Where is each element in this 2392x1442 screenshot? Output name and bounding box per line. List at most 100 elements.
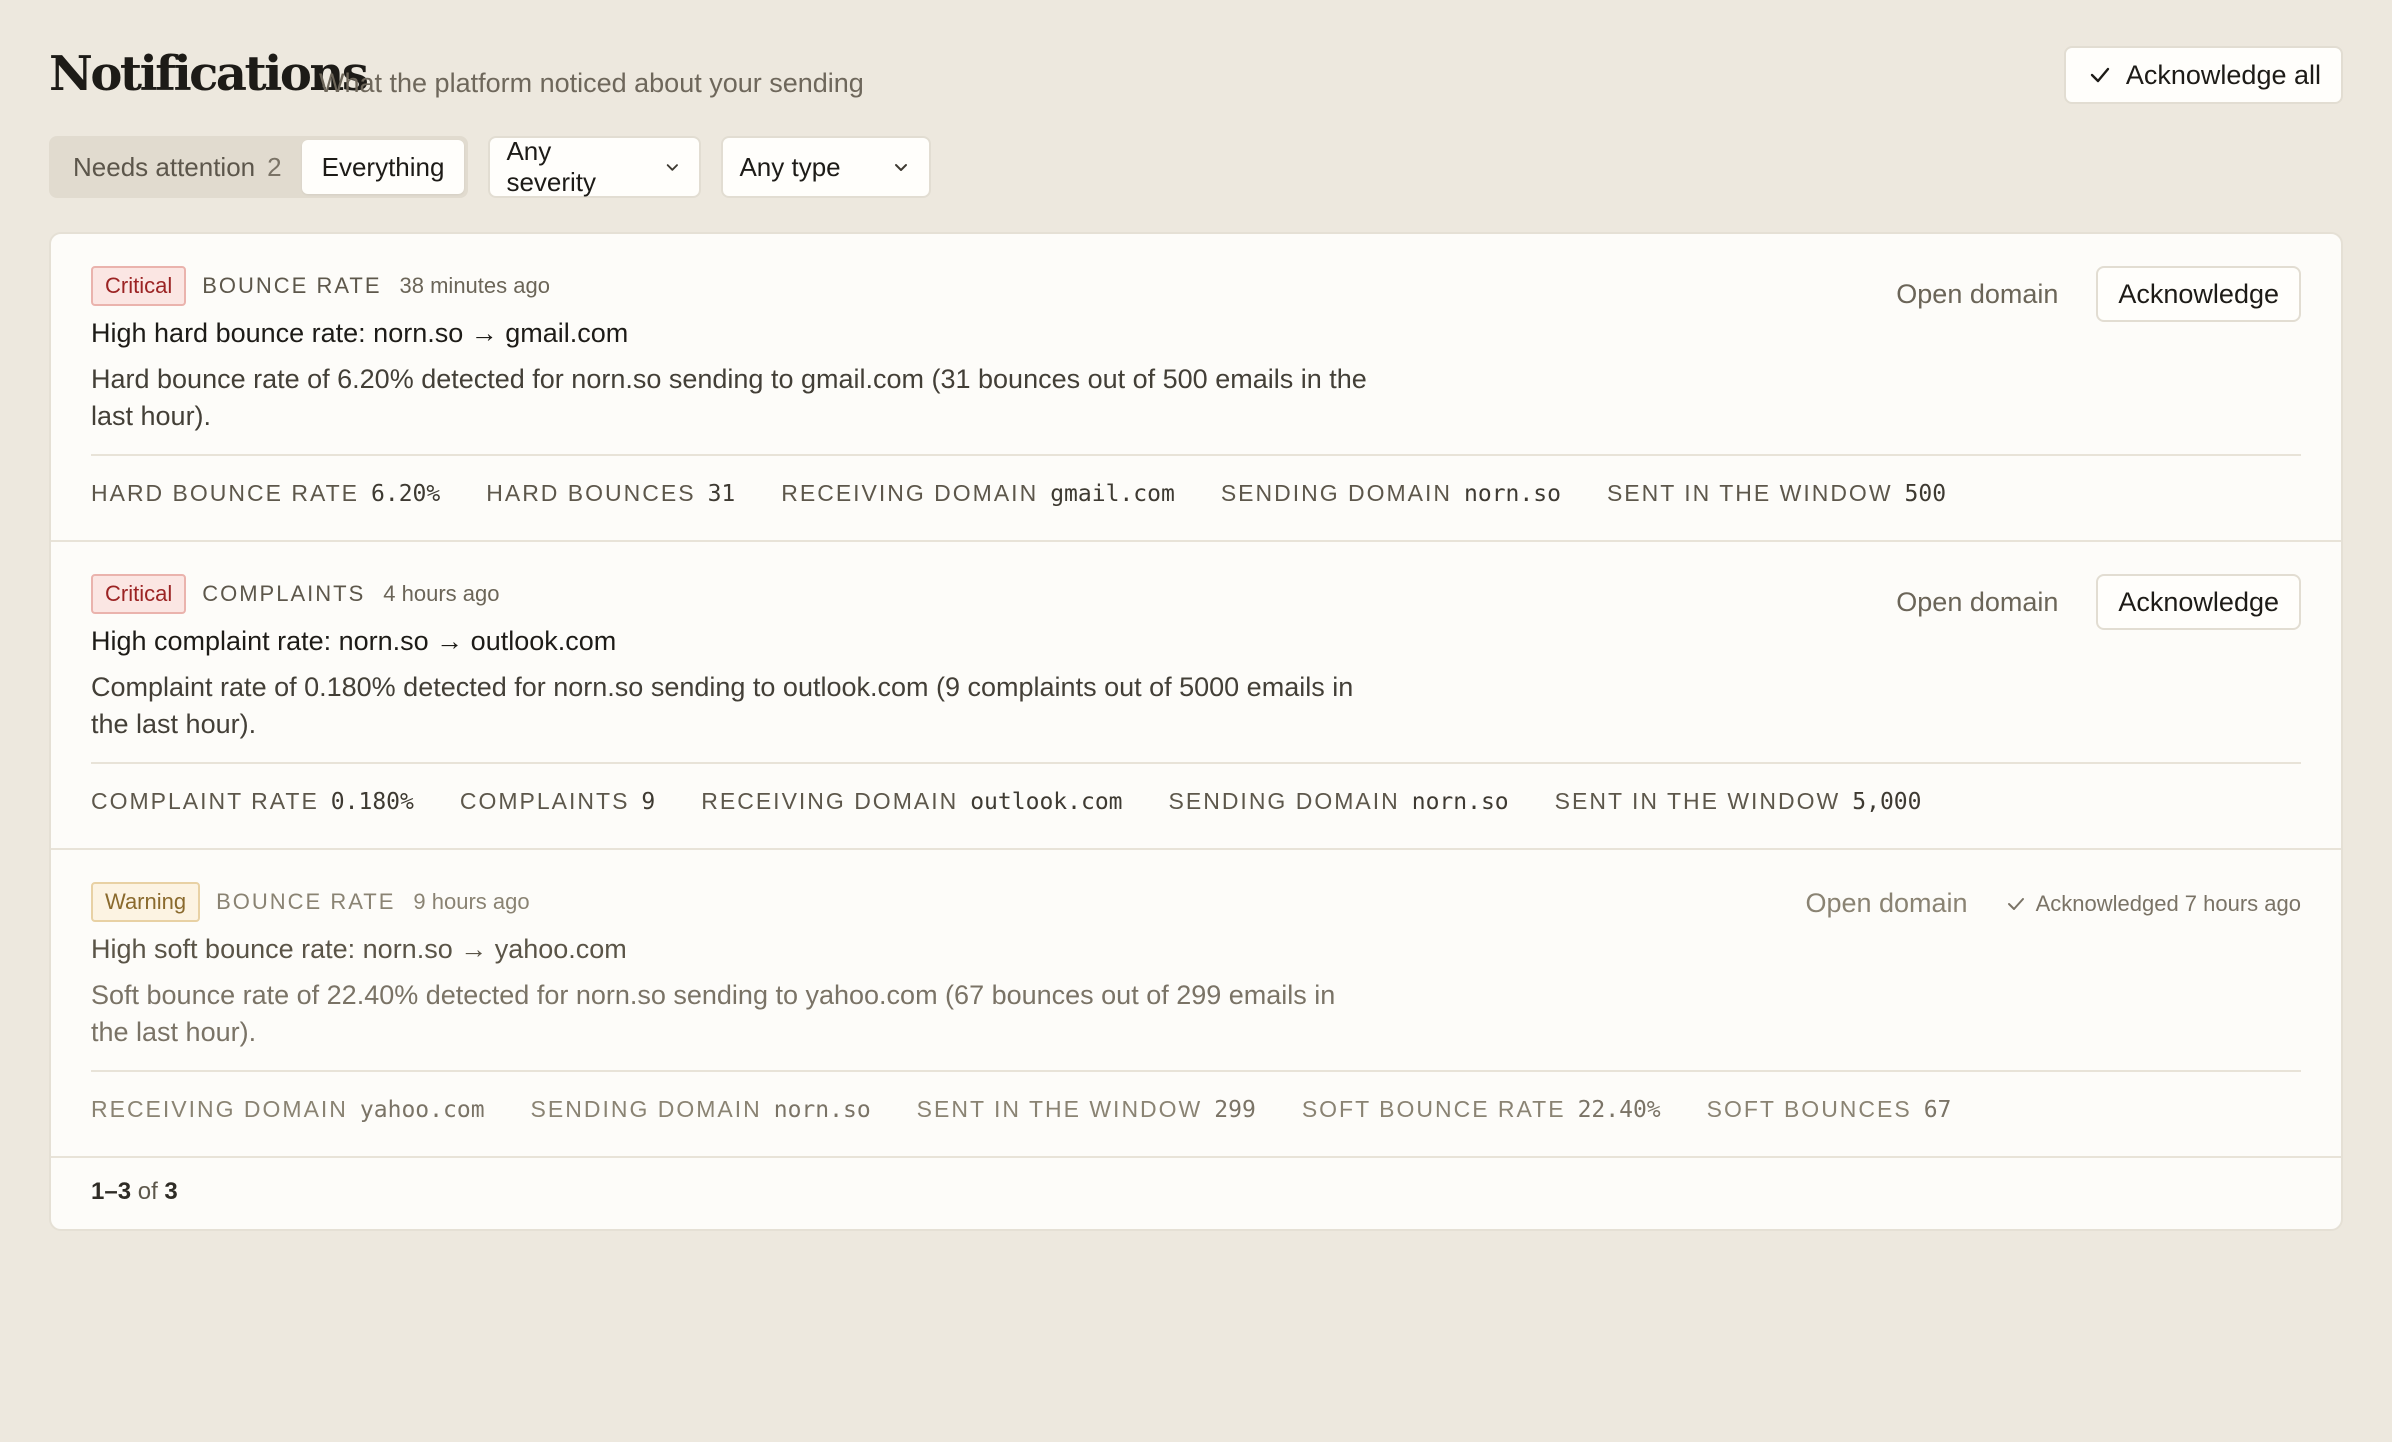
- divider: [91, 454, 2301, 456]
- notification-item: Warning BOUNCE RATE 9 hours ago High sof…: [51, 850, 2341, 1158]
- stat: RECEIVING DOMAIN gmail.com: [781, 480, 1175, 507]
- tab-needs-attention[interactable]: Needs attention 2: [53, 140, 302, 194]
- stat-label: RECEIVING DOMAIN: [91, 1096, 348, 1122]
- stat: RECEIVING DOMAIN yahoo.com: [91, 1096, 485, 1123]
- stat-value: 6.20%: [371, 481, 441, 507]
- notification-item: Critical COMPLAINTS 4 hours ago High com…: [51, 542, 2341, 850]
- notification-description: Complaint rate of 0.180% detected for no…: [91, 672, 1354, 739]
- type-select-value: Any type: [739, 151, 841, 182]
- stat-label: HARD BOUNCES: [486, 480, 696, 506]
- stat-value: 299: [1214, 1097, 1256, 1123]
- page-subtitle: What the platform noticed about your sen…: [319, 68, 864, 98]
- stat: SENDING DOMAIN norn.so: [1169, 788, 1509, 815]
- pagination-range: 1–3: [91, 1178, 132, 1205]
- stat-value: norn.so: [1464, 481, 1561, 507]
- stat-value: 0.180%: [330, 789, 414, 815]
- acknowledge-all-button[interactable]: Acknowledge all: [2063, 46, 2343, 104]
- pagination-total: 3: [164, 1178, 178, 1205]
- acknowledge-button[interactable]: Acknowledge: [2096, 266, 2301, 322]
- open-domain-link[interactable]: Open domain: [1805, 888, 1967, 919]
- stat-label: SENT IN THE WINDOW: [916, 1096, 1203, 1122]
- open-domain-link[interactable]: Open domain: [1896, 587, 2058, 618]
- stat-label: SENT IN THE WINDOW: [1606, 480, 1893, 506]
- notification-description: Hard bounce rate of 6.20% detected for n…: [91, 364, 1367, 431]
- severity-select[interactable]: Any severity: [488, 136, 702, 198]
- stat: RECEIVING DOMAIN outlook.com: [701, 788, 1122, 815]
- stat: HARD BOUNCE RATE 6.20%: [91, 480, 440, 507]
- check-icon: [2090, 67, 2110, 83]
- tab-needs-attention-label: Needs attention: [73, 151, 256, 182]
- notification-stats: COMPLAINT RATE 0.180% COMPLAINTS 9 RECEIVI…: [91, 788, 1922, 815]
- stat-label: RECEIVING DOMAIN: [701, 788, 959, 814]
- pagination-of: of: [137, 1178, 158, 1205]
- stat-value: 5,000: [1852, 789, 1922, 815]
- stat-label: HARD BOUNCE RATE: [91, 480, 359, 506]
- severity-badge: Critical: [91, 266, 187, 306]
- notification-type: BOUNCE RATE: [216, 889, 396, 914]
- stat-value: 9: [641, 789, 656, 815]
- notification-stats: HARD BOUNCE RATE 6.20% HARD BOUNCES 31 REC…: [91, 480, 1946, 507]
- severity-badge: Critical: [91, 574, 187, 614]
- stat-value: 31: [707, 481, 736, 507]
- stat-label: SENDING DOMAIN: [530, 1096, 762, 1122]
- stat: HARD BOUNCES 31: [486, 480, 735, 507]
- notification-stats: RECEIVING DOMAIN yahoo.com SENDING DOMAIN…: [91, 1096, 1951, 1123]
- notification-time: 38 minutes ago: [399, 273, 550, 298]
- chevron-down-icon: [895, 164, 908, 171]
- notification-item: Critical BOUNCE RATE 38 minutes ago High…: [51, 234, 2341, 542]
- stat-value: norn.so: [1411, 789, 1509, 815]
- stat: SOFT BOUNCE RATE 22.40%: [1302, 1096, 1661, 1123]
- acknowledged-label: Acknowledged 7 hours ago: [2035, 890, 2301, 916]
- type-select[interactable]: Any type: [721, 136, 932, 198]
- notification-title: High soft bounce rate: norn.so → yahoo.c…: [91, 934, 627, 964]
- stat-value: outlook.com: [970, 789, 1123, 815]
- notification-actions: Open domain Acknowledge: [1896, 574, 2301, 630]
- tab-everything[interactable]: Everything: [301, 140, 465, 194]
- notification-actions: Open domain Acknowledged 7 hours ago: [1805, 888, 2301, 919]
- stat: COMPLAINT RATE 0.180%: [91, 788, 414, 815]
- stat-label: RECEIVING DOMAIN: [781, 480, 1039, 506]
- stat-label: COMPLAINTS: [459, 788, 630, 814]
- stat-label: SENDING DOMAIN: [1220, 480, 1452, 506]
- acknowledge-all-label: Acknowledge all: [2125, 59, 2321, 90]
- check-icon: [2007, 897, 2024, 910]
- notifications-list: Critical BOUNCE RATE 38 minutes ago High…: [49, 232, 2343, 1231]
- stat-label: COMPLAINT RATE: [91, 788, 319, 814]
- view-segmented-control: Needs attention 2 Everything: [49, 136, 469, 198]
- stat: SENT IN THE WINDOW 500: [1607, 480, 1946, 507]
- stat-value: 67: [1923, 1097, 1952, 1123]
- divider: [91, 762, 2301, 764]
- stat: SENT IN THE WINDOW 5,000: [1555, 788, 1922, 815]
- stat-value: gmail.com: [1050, 481, 1175, 507]
- filter-bar: Needs attention 2 Everything Any severit…: [49, 136, 932, 198]
- needs-attention-count: 2: [267, 151, 282, 182]
- notification-title: High hard bounce rate: norn.so → gmail.c…: [91, 318, 629, 348]
- notification-actions: Open domain Acknowledge: [1896, 266, 2301, 322]
- notification-description: Soft bounce rate of 22.40% detected for …: [91, 980, 1336, 1047]
- notification-type: COMPLAINTS: [202, 581, 366, 606]
- stat-value: norn.so: [773, 1097, 871, 1123]
- stat: SOFT BOUNCES 67: [1707, 1096, 1952, 1123]
- stat: SENT IN THE WINDOW 299: [917, 1096, 1256, 1123]
- notification-title: High complaint rate: norn.so → outlook.c…: [91, 626, 617, 656]
- stat-label: SENDING DOMAIN: [1168, 788, 1400, 814]
- notification-type: BOUNCE RATE: [202, 273, 382, 298]
- acknowledge-button[interactable]: Acknowledge: [2096, 574, 2301, 630]
- stat-label: SENT IN THE WINDOW: [1554, 788, 1841, 814]
- stat: COMPLAINTS 9: [460, 788, 655, 815]
- notification-time: 9 hours ago: [413, 889, 530, 914]
- stat: SENDING DOMAIN norn.so: [1221, 480, 1561, 507]
- stat-value: yahoo.com: [359, 1097, 485, 1123]
- stat-value: 500: [1904, 481, 1947, 507]
- notification-time: 4 hours ago: [383, 581, 500, 606]
- pagination-summary: 1–3 of 3: [91, 1178, 178, 1206]
- severity-badge: Warning: [91, 882, 201, 922]
- severity-select-value: Any severity: [506, 136, 597, 197]
- stat-label: SOFT BOUNCES: [1706, 1096, 1912, 1122]
- stat: SENDING DOMAIN norn.so: [531, 1096, 871, 1123]
- open-domain-link[interactable]: Open domain: [1896, 279, 2058, 310]
- stat-label: SOFT BOUNCE RATE: [1301, 1096, 1566, 1122]
- acknowledged-status: Acknowledged 7 hours ago: [2006, 891, 2301, 917]
- chevron-down-icon: [666, 164, 678, 171]
- divider: [91, 1070, 2301, 1072]
